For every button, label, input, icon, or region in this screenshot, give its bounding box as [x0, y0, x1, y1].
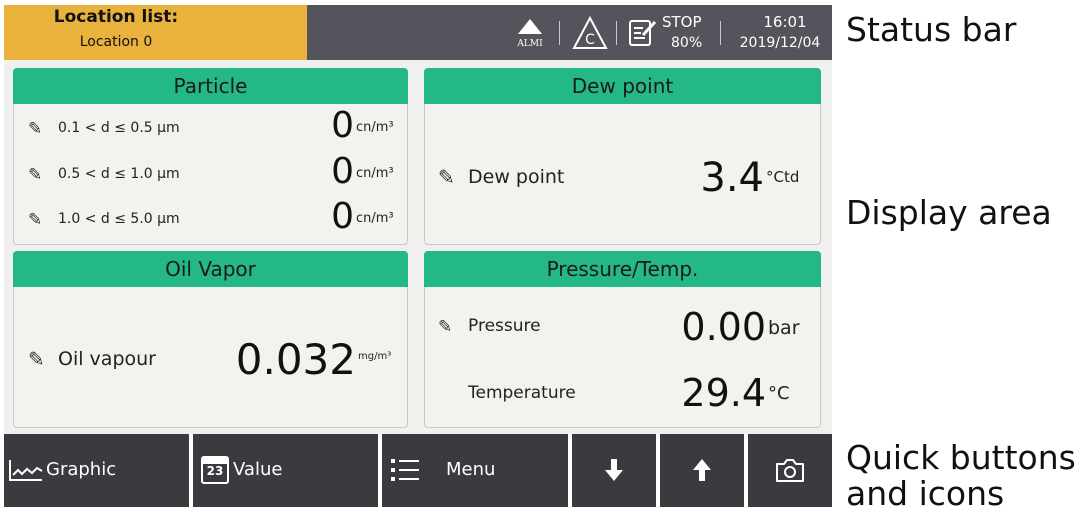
annotation-status-bar: Status bar	[846, 10, 1017, 49]
location-value: Location 0	[79, 34, 153, 50]
divider	[616, 21, 617, 45]
location-selector[interactable]: Location list: Location 0	[4, 5, 307, 60]
pencil-icon[interactable]: ✎	[28, 347, 45, 371]
camera-icon	[776, 459, 804, 482]
annotation-quick-buttons: Quick buttons	[846, 438, 1076, 477]
temperature-label: Temperature	[468, 383, 576, 403]
pressure-unit: bar	[768, 317, 800, 339]
temperature-value: 29.4	[681, 371, 766, 415]
arrow-down-icon	[605, 459, 623, 481]
particle-count-unit: cn/m³	[356, 211, 394, 226]
graph-icon	[9, 460, 43, 481]
scroll-down-button[interactable]	[572, 434, 656, 507]
arrow-up-icon	[693, 459, 711, 481]
memo-pencil-icon[interactable]	[627, 17, 659, 49]
annotation-icons: and icons	[846, 474, 1005, 513]
divider	[720, 21, 721, 45]
memory-percent: 80%	[671, 35, 703, 51]
pencil-icon[interactable]: ✎	[28, 119, 42, 139]
status-bar: Location list: Location 0 ALMI C STOP 80…	[4, 5, 832, 60]
menu-button-label: Menu	[446, 459, 496, 480]
particle-panel-title: Particle	[13, 68, 408, 104]
device-screen: Location list: Location 0 ALMI C STOP 80…	[4, 5, 832, 507]
oil-vapour-unit: mg/m³	[358, 351, 392, 362]
svg-text:C: C	[585, 32, 595, 48]
pencil-icon[interactable]: ✎	[438, 165, 455, 189]
list-icon	[391, 459, 419, 481]
menu-button[interactable]: Menu	[382, 434, 568, 507]
temperature-unit: °C	[768, 383, 790, 404]
dew-point-label: Dew point	[468, 166, 565, 188]
annotation-display-area: Display area	[846, 193, 1052, 232]
alarm-indicator[interactable]: ALMI	[512, 13, 552, 55]
location-title: Location list:	[53, 7, 179, 27]
divider	[559, 21, 560, 45]
clock-date: 2019/12/04	[739, 35, 821, 51]
warning-c-icon[interactable]: C	[572, 15, 608, 51]
particle-count-value: 0	[331, 105, 354, 146]
graphic-button[interactable]: Graphic	[4, 434, 189, 507]
scroll-up-button[interactable]	[660, 434, 744, 507]
oil-vapor-panel-title: Oil Vapor	[13, 251, 408, 287]
calendar-icon: 23	[201, 456, 229, 484]
value-button-label: Value	[233, 459, 283, 480]
particle-count-value: 0	[331, 196, 354, 237]
pencil-icon[interactable]: ✎	[28, 165, 42, 185]
oil-vapour-value: 0.032	[235, 335, 356, 384]
oil-vapour-label: Oil vapour	[58, 348, 156, 370]
quick-button-bar: Graphic 23 Value Menu	[4, 434, 832, 507]
alarm-label: ALMI	[517, 39, 543, 49]
run-state: STOP	[662, 13, 702, 31]
pressure-value: 0.00	[681, 305, 766, 349]
particle-range-label: 1.0 < d ≤ 5.0 µm	[58, 211, 180, 227]
particle-count-value: 0	[331, 151, 354, 192]
particle-count-unit: cn/m³	[356, 120, 394, 135]
graphic-button-label: Graphic	[46, 459, 117, 480]
value-button[interactable]: 23 Value	[193, 434, 378, 507]
clock-time: 16:01	[763, 13, 807, 31]
particle-range-label: 0.1 < d ≤ 0.5 µm	[58, 120, 180, 136]
alarm-triangle-icon	[518, 19, 542, 34]
screenshot-button[interactable]	[748, 434, 832, 507]
pressure-label: Pressure	[468, 316, 541, 336]
dew-point-unit: °Ctd	[766, 168, 800, 186]
pressure-temp-panel-title: Pressure/Temp.	[424, 251, 821, 287]
dew-point-value: 3.4	[700, 155, 764, 201]
pencil-icon[interactable]: ✎	[438, 317, 452, 337]
calendar-number: 23	[206, 464, 224, 478]
dew-point-panel-title: Dew point	[424, 68, 821, 104]
particle-count-unit: cn/m³	[356, 166, 394, 181]
particle-range-label: 0.5 < d ≤ 1.0 µm	[58, 166, 180, 182]
pencil-icon[interactable]: ✎	[28, 210, 42, 230]
